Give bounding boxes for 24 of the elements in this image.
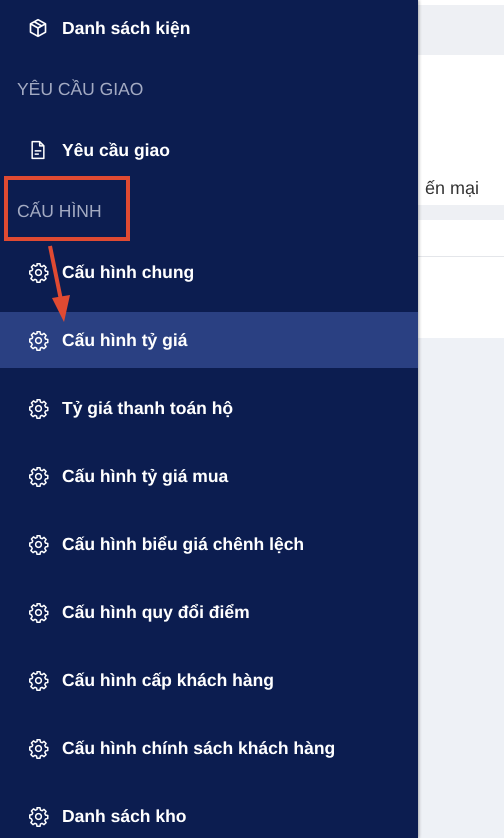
sidebar-item[interactable]: Cấu hình biểu giá chênh lệch [0,516,418,572]
gear-icon [28,330,49,350]
sidebar-item[interactable]: Cấu hình tỷ giá mua [0,448,418,504]
cube-icon [28,18,48,38]
gear-icon [28,466,49,486]
gear-icon [28,806,49,826]
gear-icon [28,262,49,282]
gear-icon [28,398,49,418]
section-heading: YÊU CẦU GIAO [17,78,144,100]
sidebar-item[interactable]: Tỷ giá thanh toán hộ [0,380,418,436]
sidebar-item[interactable]: Cấu hình chung [0,244,418,300]
sidebar-item[interactable]: Cấu hình chính sách khách hàng [0,720,418,776]
section-heading: CẤU HÌNH [17,200,102,222]
sidebar-item[interactable]: Cấu hình cấp khách hàng [0,652,418,708]
sidebar-item[interactable]: Cấu hình quy đổi điểm [0,584,418,640]
sidebar-item[interactable]: Danh sách kho [0,788,418,838]
gear-icon [28,738,49,758]
gear-icon [28,670,49,690]
gear-icon [28,534,49,554]
sidebar-item[interactable]: Yêu cầu giao [0,122,418,178]
promotion-text: ến mại [424,178,480,199]
gear-icon [28,602,49,622]
sidebar-item[interactable]: Danh sách kiện [0,0,418,56]
sidebar-item[interactable]: Cấu hình tỷ giá [0,312,418,368]
